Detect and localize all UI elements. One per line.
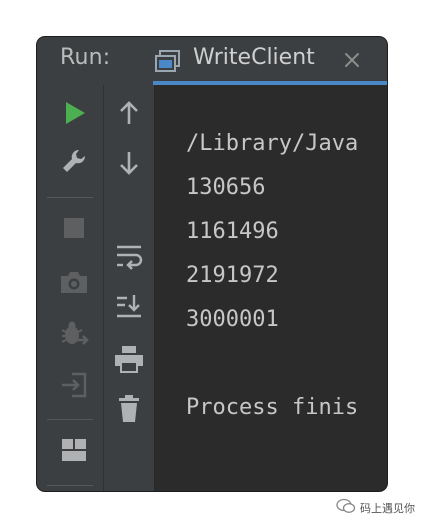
arrow-up-icon — [118, 100, 140, 130]
camera-icon — [59, 269, 89, 299]
dump-threads-button[interactable] — [56, 266, 92, 302]
clear-all-button[interactable] — [111, 393, 147, 429]
run-label: Run: — [60, 45, 111, 70]
console-line: 2191972 — [186, 263, 279, 288]
layout-icon — [61, 438, 87, 466]
stop-button[interactable] — [56, 212, 92, 248]
console-window-icon — [155, 49, 181, 73]
wrench-icon — [60, 147, 88, 179]
toolbar-divider — [47, 197, 93, 198]
modify-run-configuration-button[interactable] — [56, 145, 92, 181]
soft-wrap-button[interactable] — [111, 241, 147, 277]
console-line: 1161496 — [186, 219, 279, 244]
debug-icon — [59, 319, 89, 353]
arrow-down-icon — [118, 150, 140, 180]
rerun-button[interactable] — [57, 97, 93, 133]
up-the-stack-button[interactable] — [111, 97, 147, 133]
wechat-icon — [336, 498, 356, 518]
close-icon[interactable] — [343, 51, 361, 69]
play-icon — [63, 100, 87, 130]
watermark: 码上遇见你 — [336, 498, 415, 518]
console-line: 3000001 — [186, 307, 279, 332]
print-button[interactable] — [111, 343, 147, 379]
login-icon — [60, 371, 88, 403]
scroll-to-end-icon — [115, 293, 143, 323]
console-line: /Library/Java — [186, 131, 359, 156]
tab-title: WriteClient — [193, 45, 315, 70]
down-the-stack-button[interactable] — [111, 147, 147, 183]
console-output[interactable]: /Library/Java 130656 1161496 2191972 300… — [155, 85, 387, 491]
watermark-text: 码上遇见你 — [360, 502, 415, 515]
soft-wrap-icon — [115, 243, 143, 275]
trash-icon — [118, 395, 140, 427]
toolbar-divider — [47, 485, 93, 486]
stop-icon — [63, 217, 85, 243]
debug-button[interactable] — [56, 318, 92, 354]
console-line: 130656 — [186, 175, 266, 200]
restore-layout-button[interactable] — [56, 434, 92, 470]
exit-button[interactable] — [56, 369, 92, 405]
run-tool-window: Run: WriteClient /Library/Java 130656 11… — [37, 37, 387, 491]
run-header: Run: WriteClient — [37, 37, 387, 85]
console-line: Process finis — [186, 395, 359, 420]
console-toolbar — [104, 85, 155, 491]
scroll-to-end-button[interactable] — [111, 290, 147, 326]
left-toolbar — [37, 85, 104, 491]
print-icon — [114, 345, 144, 377]
toolbar-divider — [47, 419, 93, 420]
tab-writeclient[interactable]: WriteClient — [145, 37, 387, 85]
